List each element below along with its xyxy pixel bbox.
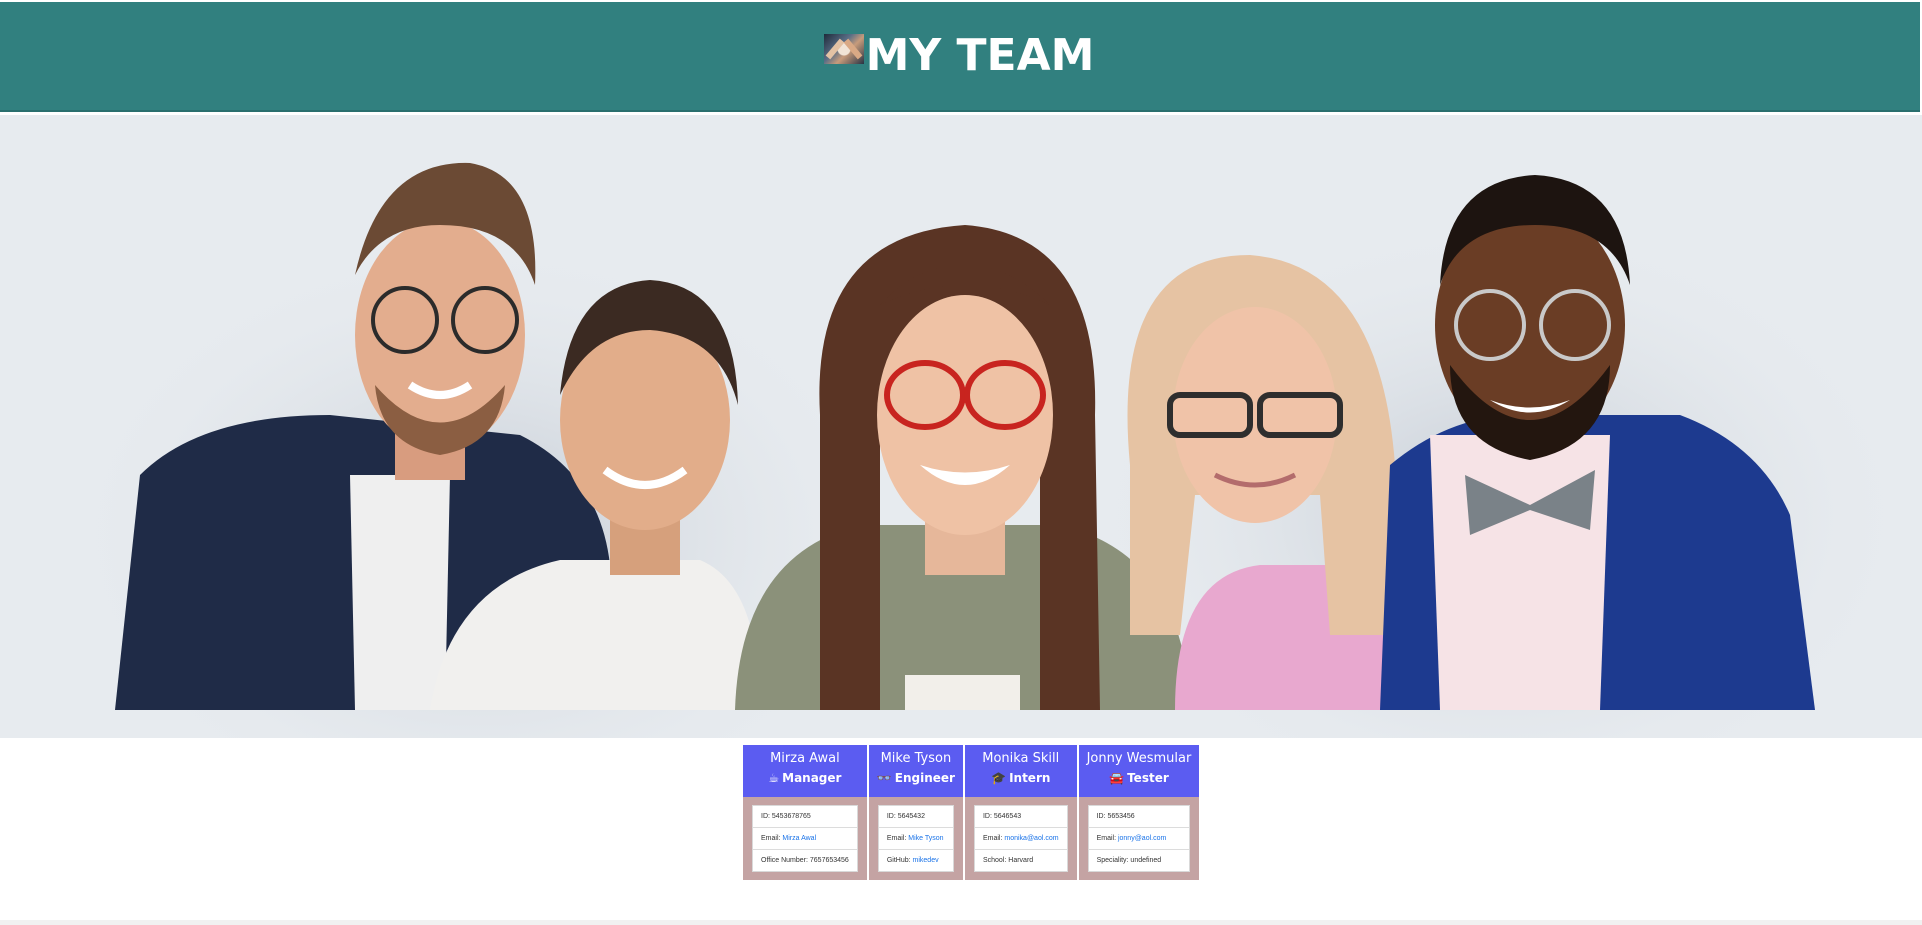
employee-role: 🚘 Tester [1087, 769, 1192, 788]
email-link[interactable]: Mike Tyson [908, 835, 943, 842]
id-value: 5645432 [897, 813, 925, 820]
email-row: Email: monika@aol.com [974, 828, 1067, 850]
employee-card-engineer: Mike Tyson 👓 Engineer ID: 5645432 Email:… [868, 745, 963, 880]
role-label: Manager [782, 771, 842, 785]
info-list: ID: 5653456 Email: jonny@aol.com Special… [1087, 805, 1191, 872]
id-row: ID: 5645432 [878, 806, 953, 828]
site-header: MY TEAM [0, 2, 1920, 112]
team-photo-thumbnail-icon [823, 34, 864, 64]
employee-role: 👓 Engineer [877, 769, 955, 788]
coffee-mug-icon: ☕ [768, 771, 780, 785]
employee-role: ☕ Manager [751, 769, 859, 788]
office-number-value: 7657653456 [809, 857, 849, 864]
school-value: Harvard [1008, 857, 1034, 864]
page-title: MY TEAM [865, 30, 1095, 81]
employee-card-manager: Mirza Awal ☕ Manager ID: 5453678765 Emai… [743, 745, 867, 880]
glasses-icon: 👓 [876, 771, 892, 785]
employee-name: Monika Skill [982, 751, 1060, 766]
card-body: ID: 5453678765 Email: Mirza Awal Office … [743, 797, 867, 880]
info-list: ID: 5645432 Email: Mike Tyson GitHub: mi… [877, 805, 954, 872]
email-link[interactable]: Mirza Awal [782, 835, 816, 842]
card-body: ID: 5653456 Email: jonny@aol.com Special… [1079, 797, 1200, 880]
id-row: ID: 5453678765 [753, 806, 857, 828]
page-footer-strip [0, 920, 1922, 925]
employee-card-intern: Monika Skill 🎓 Intern ID: 5646543 Email:… [964, 745, 1077, 880]
speciality-row: Speciality: undefined [1096, 857, 1162, 864]
id-value: 5653456 [1107, 813, 1135, 820]
speciality-value: undefined [1130, 857, 1162, 864]
info-list: ID: 5646543 Email: monika@aol.com School… [973, 805, 1068, 872]
role-label: Tester [1127, 771, 1169, 785]
employee-name: Mike Tyson [880, 751, 952, 766]
github-link[interactable]: mikedev [913, 857, 939, 864]
github-row: GitHub: mikedev [886, 857, 939, 864]
id-row: ID: 5653456 [1088, 806, 1190, 828]
card-body: ID: 5645432 Email: Mike Tyson GitHub: mi… [869, 797, 963, 880]
employee-name: Mirza Awal [770, 751, 840, 766]
office-number-row: Office Number: 7657653456 [761, 857, 849, 864]
role-label: Intern [1009, 771, 1051, 785]
team-group-photo-icon [60, 162, 1920, 738]
info-list: ID: 5453678765 Email: Mirza Awal Office … [752, 805, 858, 872]
employee-name: Jonny Wesmular [1086, 751, 1192, 766]
email-link[interactable]: jonny@aol.com [1118, 835, 1166, 842]
card-header: Monika Skill 🎓 Intern [964, 745, 1077, 797]
email-row: Email: Mike Tyson [878, 828, 953, 850]
id-row: ID: 5646543 [974, 806, 1067, 828]
page: MY TEAM Mirza Awal ☕ Manager ID: 5453678… [0, 0, 1922, 925]
id-value: 5453678765 [771, 813, 811, 820]
team-hero-image [0, 115, 1922, 738]
email-row: Email: jonny@aol.com [1088, 828, 1190, 850]
graduate-icon: 🎓 [991, 771, 1007, 785]
car-icon: 🚘 [1109, 771, 1125, 785]
employee-card-tester: Jonny Wesmular 🚘 Tester ID: 5653456 Emai… [1078, 745, 1200, 880]
header-title-group: MY TEAM [823, 30, 1095, 81]
card-header: Mirza Awal ☕ Manager [743, 745, 867, 797]
school-row: School: Harvard [982, 857, 1034, 864]
email-row: Email: Mirza Awal [753, 828, 857, 850]
card-body: ID: 5646543 Email: monika@aol.com School… [965, 797, 1077, 880]
email-link[interactable]: monika@aol.com [1004, 835, 1058, 842]
card-header: Jonny Wesmular 🚘 Tester [1078, 745, 1200, 797]
employee-role: 🎓 Intern [973, 769, 1069, 788]
card-header: Mike Tyson 👓 Engineer [868, 745, 963, 797]
role-label: Engineer [894, 771, 955, 785]
id-value: 5646543 [993, 813, 1022, 820]
team-cards: Mirza Awal ☕ Manager ID: 5453678765 Emai… [743, 745, 1200, 880]
